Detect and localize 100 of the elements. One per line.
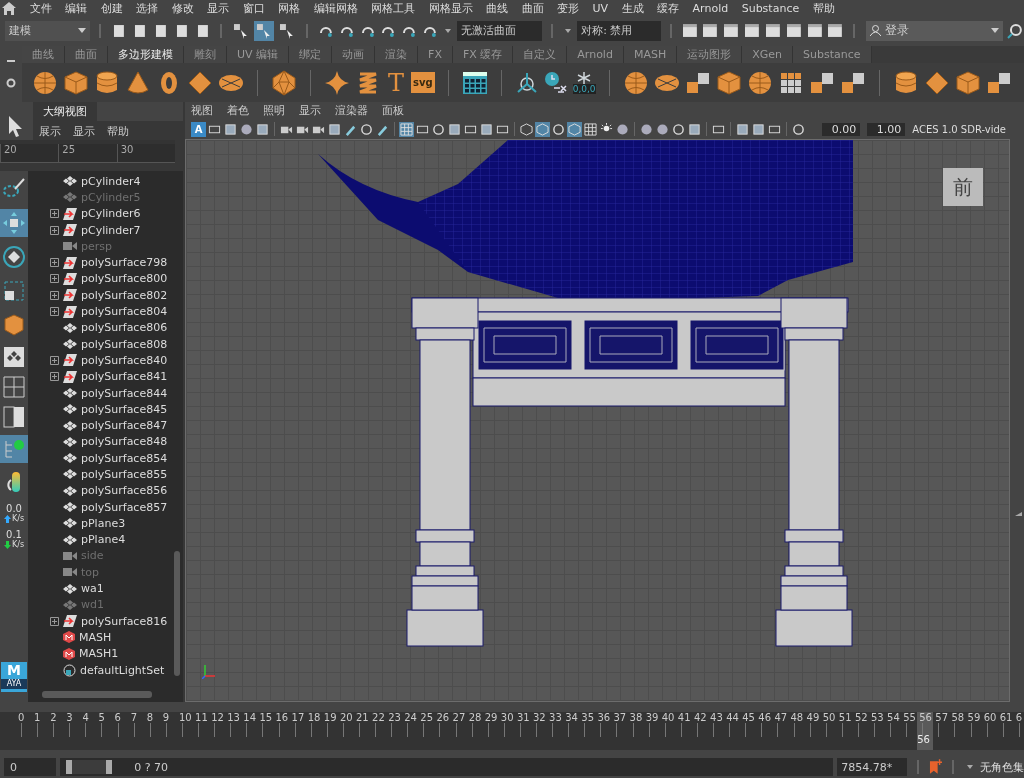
circle-icon[interactable]	[791, 121, 806, 137]
menu-item[interactable]: 变形	[557, 1, 579, 16]
menu-item[interactable]: UV	[592, 2, 609, 15]
home-icon[interactable]	[2, 2, 16, 15]
value-field[interactable]: 7854.78*	[837, 758, 907, 776]
gamma-field[interactable]: 1.00	[867, 122, 906, 136]
circle-icon[interactable]	[551, 121, 566, 137]
clapper-icon[interactable]	[743, 21, 761, 40]
caret-icon[interactable]	[967, 765, 973, 769]
character-set-dropdown[interactable]: 无角色集	[980, 759, 1024, 775]
menu-item[interactable]: 照明	[263, 103, 285, 118]
layout-icon[interactable]	[2, 375, 26, 399]
layout-icon[interactable]	[2, 405, 26, 429]
cube-icon[interactable]	[535, 121, 550, 137]
layout-icon[interactable]	[2, 345, 26, 369]
shelf-tab[interactable]: 多边形建模	[108, 46, 184, 63]
cube-icon[interactable]	[567, 121, 582, 137]
sphere-icon[interactable]	[622, 69, 649, 96]
cylinder-icon[interactable]	[892, 69, 919, 96]
outliner-item[interactable]: pPlane4	[28, 531, 183, 548]
menu-item[interactable]: 窗口	[242, 1, 265, 16]
color-space-field[interactable]: ACES 1.0 SDR-vide	[912, 123, 1006, 135]
rotate-icon[interactable]	[0, 243, 28, 271]
expand-icon[interactable]	[50, 616, 59, 626]
outliner-item[interactable]: polySurface804	[28, 303, 183, 320]
sphere-icon[interactable]	[239, 121, 254, 137]
square-icon[interactable]	[327, 121, 342, 137]
range-slider[interactable]: 0 ? 70	[60, 758, 834, 776]
menu-item[interactable]: 显示	[299, 103, 321, 118]
outliner-item[interactable]: polySurface800	[28, 270, 183, 288]
menu-item[interactable]: Arnold	[692, 2, 729, 15]
square-icon[interactable]	[751, 121, 766, 137]
outliner-item[interactable]: polySurface840	[28, 352, 183, 369]
menu-item[interactable]: 网格工具	[371, 1, 415, 16]
shelf-tab[interactable]: UV 编辑	[227, 46, 290, 63]
outliner-item[interactable]: polySurface816	[28, 613, 183, 630]
outliner-item[interactable]: pCylinder7	[28, 221, 183, 239]
clock-icon[interactable]	[543, 70, 568, 95]
menu-item[interactable]: 曲线	[486, 1, 508, 16]
selection-icon[interactable]	[254, 20, 275, 41]
outliner-item[interactable]: wa1	[28, 580, 183, 597]
diamond-icon[interactable]	[923, 69, 950, 96]
sphere-icon[interactable]	[655, 121, 670, 137]
outliner-item[interactable]: polySurface847	[28, 417, 183, 434]
scrollbar-thumb[interactable]	[174, 551, 180, 676]
caret-icon[interactable]	[565, 28, 572, 33]
clapper-icon[interactable]	[680, 21, 699, 40]
outliner-item[interactable]: defaultLightSet	[28, 661, 183, 679]
cube-icon[interactable]	[715, 69, 742, 96]
menu-item[interactable]: 网格显示	[428, 1, 473, 16]
text-tool-icon[interactable]: T	[386, 69, 406, 96]
viewport-canvas[interactable]: 前	[185, 139, 1010, 702]
cylinder-icon[interactable]	[94, 69, 120, 96]
diamond-icon[interactable]	[187, 69, 213, 96]
outliner-item[interactable]: polySurface855	[28, 466, 183, 483]
outliner-item[interactable]: polySurface798	[28, 254, 183, 271]
outliner-item[interactable]: polySurface844	[28, 384, 183, 402]
search-icon[interactable]	[1006, 21, 1024, 40]
outliner-item[interactable]: polySurface841	[28, 368, 183, 385]
outliner-item[interactable]: polySurface802	[28, 287, 183, 304]
square-icon[interactable]	[223, 121, 238, 137]
cube-icon[interactable]	[63, 69, 89, 96]
shelf-tab[interactable]: 渲染	[375, 46, 419, 63]
menu-item[interactable]: 网格	[278, 1, 300, 16]
circle-icon[interactable]	[671, 121, 686, 137]
expand-icon[interactable]	[50, 355, 59, 365]
square-icon[interactable]	[735, 121, 750, 137]
outliner-item[interactable]: polySurface857	[28, 498, 183, 516]
shelf-tab[interactable]: 运动图形	[677, 46, 743, 63]
symmetry-field[interactable]: 对称: 禁用	[577, 20, 661, 41]
expand-icon[interactable]	[50, 307, 59, 316]
square-icon[interactable]	[687, 121, 702, 137]
text-toggle-icon[interactable]: A	[191, 121, 206, 137]
grid-icon[interactable]	[583, 121, 598, 137]
expand-icon[interactable]	[50, 290, 59, 300]
grid-icon[interactable]	[399, 121, 414, 137]
clapper-icon[interactable]	[722, 21, 741, 40]
outliner-tab[interactable]: 大纲视图	[33, 102, 97, 121]
move-icon[interactable]	[0, 209, 28, 237]
login-dropdown[interactable]: 登录	[866, 20, 1003, 41]
menu-item[interactable]: 显示	[207, 1, 229, 16]
polyhedron-icon[interactable]	[271, 69, 297, 96]
start-frame-field[interactable]: 0	[4, 758, 57, 776]
sphere-icon[interactable]	[639, 121, 654, 137]
sphere-icon[interactable]	[32, 69, 58, 96]
menu-item[interactable]: 选择	[136, 1, 158, 16]
outliner-item[interactable]: pPlane3	[28, 515, 183, 532]
surface-field[interactable]: 无激活曲面	[457, 20, 543, 41]
menu-item[interactable]: 修改	[171, 1, 194, 16]
scrollbar-thumb[interactable]	[42, 691, 152, 698]
menu-item[interactable]: 文件	[29, 1, 52, 16]
clapper-icon[interactable]	[701, 21, 720, 40]
time-slider[interactable]: 0 1 2 3 4 5 6 7 8 9 10 11 12 13 14 15 16 17 18 19 20 21 22 23 24 25 26 27 28 29 30 31 32 33 34 35 36 37 38 39 40 41 42 43 44 45 46 47 48 49 50 51 52 53 54 55 56 56 57 58 59 60 61 6	[0, 712, 1024, 750]
outliner-item[interactable]: polySurface806	[28, 319, 183, 336]
menu-item[interactable]: Substance	[741, 2, 800, 15]
mode-dropdown[interactable]: 建模	[5, 20, 91, 41]
outliner-item[interactable]: polySurface845	[28, 401, 183, 418]
menu-item[interactable]: 面板	[382, 103, 404, 118]
outliner-item[interactable]: polySurface848	[28, 433, 183, 451]
menu-item[interactable]: 创建	[100, 1, 123, 16]
